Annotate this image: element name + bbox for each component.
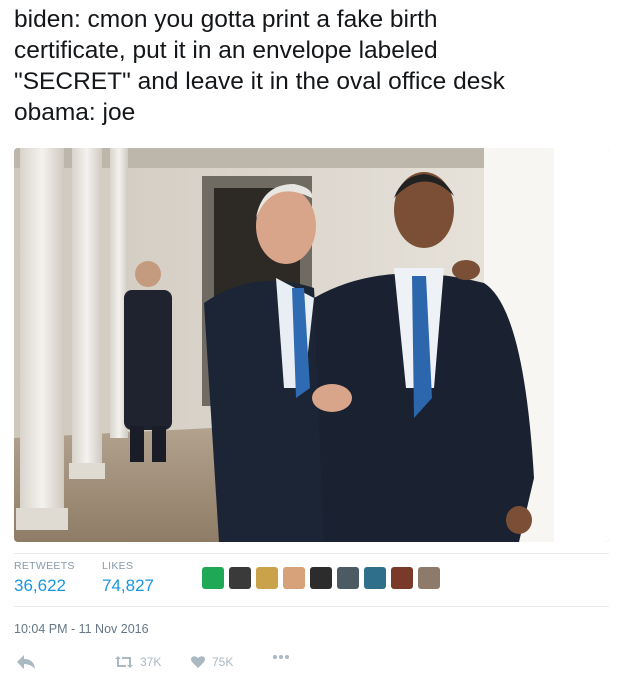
- retweet-count: 37K: [140, 655, 162, 669]
- liker-avatar-7[interactable]: [364, 567, 386, 589]
- like-button[interactable]: 75K: [190, 654, 233, 670]
- liker-avatar-2[interactable]: [229, 567, 251, 589]
- divider-top: [14, 553, 609, 554]
- liker-avatars: [202, 567, 440, 589]
- reply-button[interactable]: [16, 654, 36, 670]
- liker-avatar-4[interactable]: [283, 567, 305, 589]
- tweet-actions: 37K 75K: [14, 654, 614, 674]
- tweet-text: biden: cmon you gotta print a fake birth…: [14, 6, 505, 126]
- heart-icon: [191, 656, 205, 668]
- tweet-photo[interactable]: [14, 148, 609, 542]
- retweets-stat[interactable]: RETWEETS 36,622: [14, 560, 75, 596]
- likes-count: 74,827: [102, 576, 154, 595]
- tweet-timestamp[interactable]: 10:04 PM - 11 Nov 2016: [14, 622, 149, 636]
- retweets-label: RETWEETS: [14, 560, 75, 572]
- retweet-icon: [115, 656, 133, 668]
- divider-middle: [14, 606, 609, 607]
- liker-avatar-1[interactable]: [202, 567, 224, 589]
- liker-avatar-8[interactable]: [391, 567, 413, 589]
- likes-label: LIKES: [102, 560, 134, 572]
- more-button[interactable]: [272, 654, 290, 660]
- retweets-count: 36,622: [14, 576, 66, 595]
- likes-stat[interactable]: LIKES 74,827: [102, 560, 154, 596]
- more-icon: [273, 655, 289, 659]
- retweet-button[interactable]: 37K: [114, 654, 161, 670]
- liker-avatar-5[interactable]: [310, 567, 332, 589]
- liker-avatar-3[interactable]: [256, 567, 278, 589]
- like-count: 75K: [212, 655, 234, 669]
- photo-of-two-men-walking-colonnade: [14, 148, 609, 542]
- liker-avatar-9[interactable]: [418, 567, 440, 589]
- liker-avatar-6[interactable]: [337, 567, 359, 589]
- reply-icon: [17, 655, 35, 669]
